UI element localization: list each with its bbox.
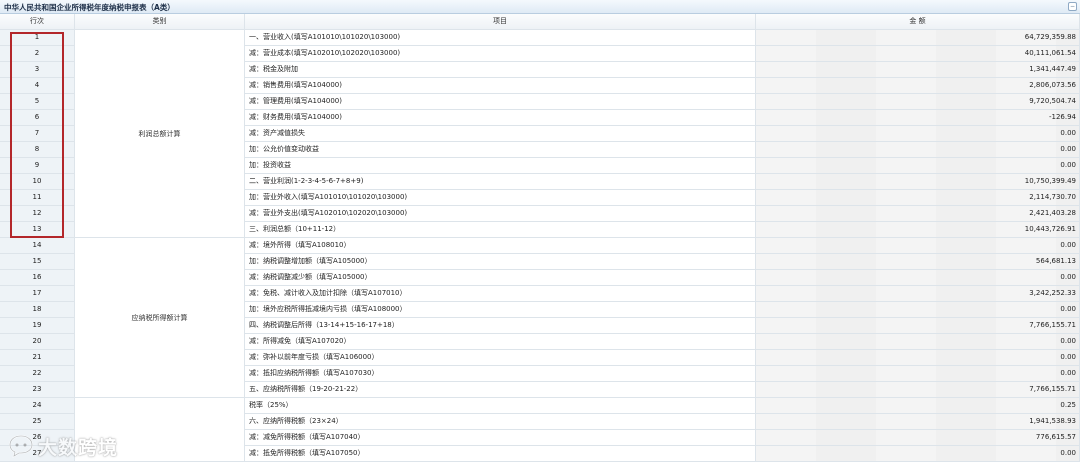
row-item: 减：抵免所得税额（填写A107050） — [245, 446, 756, 462]
row-item: 减：弥补以前年度亏损（填写A106000） — [245, 350, 756, 366]
row-item: 减：境外所得（填写A108010） — [245, 238, 756, 254]
watermark: 大数跨境 — [8, 433, 118, 459]
row-amount-input[interactable]: 7,766,155.71 — [756, 318, 1080, 334]
row-amount-input[interactable]: 0.00 — [756, 270, 1080, 286]
row-item: 加：境外应税所得抵减境内亏损（填写A108000） — [245, 302, 756, 318]
form-title: 中华人民共和国企业所得税年度纳税申报表（A类） — [4, 3, 175, 12]
row-amount-input[interactable]: 0.00 — [756, 366, 1080, 382]
row-number: 25 — [0, 414, 75, 430]
row-number: 16 — [0, 270, 75, 286]
row-item: 加：纳税调整增加额（填写A105000） — [245, 254, 756, 270]
row-amount-input[interactable]: 564,681.13 — [756, 254, 1080, 270]
row-amount-input[interactable]: 10,443,726.91 — [756, 222, 1080, 238]
header-amount: 金 额 — [756, 14, 1080, 30]
row-amount-input[interactable]: 9,720,504.74 — [756, 94, 1080, 110]
row-amount-input[interactable]: 1,941,538.93 — [756, 414, 1080, 430]
row-item: 减：所得减免（填写A107020） — [245, 334, 756, 350]
row-amount-input[interactable]: 0.00 — [756, 334, 1080, 350]
row-item: 减：抵扣应纳税所得额（填写A107030） — [245, 366, 756, 382]
row-amount-input[interactable]: 7,766,155.71 — [756, 382, 1080, 398]
row-number-highlight-box — [10, 32, 64, 238]
row-item: 减：营业外支出(填写A102010\102020\103000) — [245, 206, 756, 222]
row-item: 减：纳税调整减少额（填写A105000） — [245, 270, 756, 286]
row-number: 24 — [0, 398, 75, 414]
row-number: 17 — [0, 286, 75, 302]
row-item: 二、营业利润(1-2-3-4-5-6-7+8+9) — [245, 174, 756, 190]
table-header: 行次 类别 项目 金 额 — [0, 14, 1080, 30]
header-item: 项目 — [245, 14, 756, 30]
collapse-icon[interactable]: − — [1068, 2, 1077, 11]
watermark-text: 大数跨境 — [38, 436, 119, 459]
row-number: 21 — [0, 350, 75, 366]
row-amount-input[interactable]: 2,114,730.70 — [756, 190, 1080, 206]
row-item: 五、应纳税所得额（19-20-21-22） — [245, 382, 756, 398]
row-number: 18 — [0, 302, 75, 318]
row-number: 19 — [0, 318, 75, 334]
row-item: 三、利润总额（10+11-12） — [245, 222, 756, 238]
row-amount-input[interactable]: 0.25 — [756, 398, 1080, 414]
row-amount-input[interactable]: 3,242,252.33 — [756, 286, 1080, 302]
row-item: 减：营业成本(填写A102010\102020\103000) — [245, 46, 756, 62]
row-item: 减：免税、减计收入及加计扣除（填写A107010） — [245, 286, 756, 302]
row-item: 减：销售费用(填写A104000) — [245, 78, 756, 94]
header-row-number: 行次 — [0, 14, 75, 30]
row-amount-input[interactable]: 64,729,359.88 — [756, 30, 1080, 46]
row-item: 加：投资收益 — [245, 158, 756, 174]
row-item: 减：资产减值损失 — [245, 126, 756, 142]
row-amount-input[interactable]: 776,615.57 — [756, 430, 1080, 446]
category-cell: 利润总额计算 — [75, 30, 245, 238]
row-item: 六、应纳所得税额（23×24） — [245, 414, 756, 430]
row-amount-input[interactable]: 0.00 — [756, 302, 1080, 318]
category-cell: 应纳税所得额计算 — [75, 238, 245, 398]
row-amount-input[interactable]: 10,750,399.49 — [756, 174, 1080, 190]
header-category: 类别 — [75, 14, 245, 30]
row-amount-input[interactable]: 0.00 — [756, 126, 1080, 142]
row-number: 14 — [0, 238, 75, 254]
row-number: 15 — [0, 254, 75, 270]
row-number: 23 — [0, 382, 75, 398]
row-amount-input[interactable]: 40,111,061.54 — [756, 46, 1080, 62]
row-amount-input[interactable]: 0.00 — [756, 350, 1080, 366]
chat-bubble-logo-icon — [8, 434, 34, 458]
row-amount-input[interactable]: -126.94 — [756, 110, 1080, 126]
row-item: 减：财务费用(填写A104000) — [245, 110, 756, 126]
row-item: 税率（25%） — [245, 398, 756, 414]
row-number: 22 — [0, 366, 75, 382]
row-item: 减：管理费用(填写A104000) — [245, 94, 756, 110]
row-number: 20 — [0, 334, 75, 350]
row-item: 减：税金及附加 — [245, 62, 756, 78]
row-amount-input[interactable]: 0.00 — [756, 142, 1080, 158]
row-item: 加：公允价值变动收益 — [245, 142, 756, 158]
row-item: 加：营业外收入(填写A101010\101020\103000) — [245, 190, 756, 206]
row-item: 一、营业收入(填写A101010\101020\103000) — [245, 30, 756, 46]
row-amount-input[interactable]: 1,341,447.49 — [756, 62, 1080, 78]
row-amount-input[interactable]: 2,421,403.28 — [756, 206, 1080, 222]
row-amount-input[interactable]: 0.00 — [756, 158, 1080, 174]
row-amount-input[interactable]: 2,806,073.56 — [756, 78, 1080, 94]
form-title-bar: 中华人民共和国企业所得税年度纳税申报表（A类） − — [0, 0, 1080, 14]
row-amount-input[interactable]: 0.00 — [756, 446, 1080, 462]
row-amount-input[interactable]: 0.00 — [756, 238, 1080, 254]
row-item: 四、纳税调整后所得（13-14+15-16-17+18） — [245, 318, 756, 334]
row-item: 减：减免所得税额（填写A107040） — [245, 430, 756, 446]
